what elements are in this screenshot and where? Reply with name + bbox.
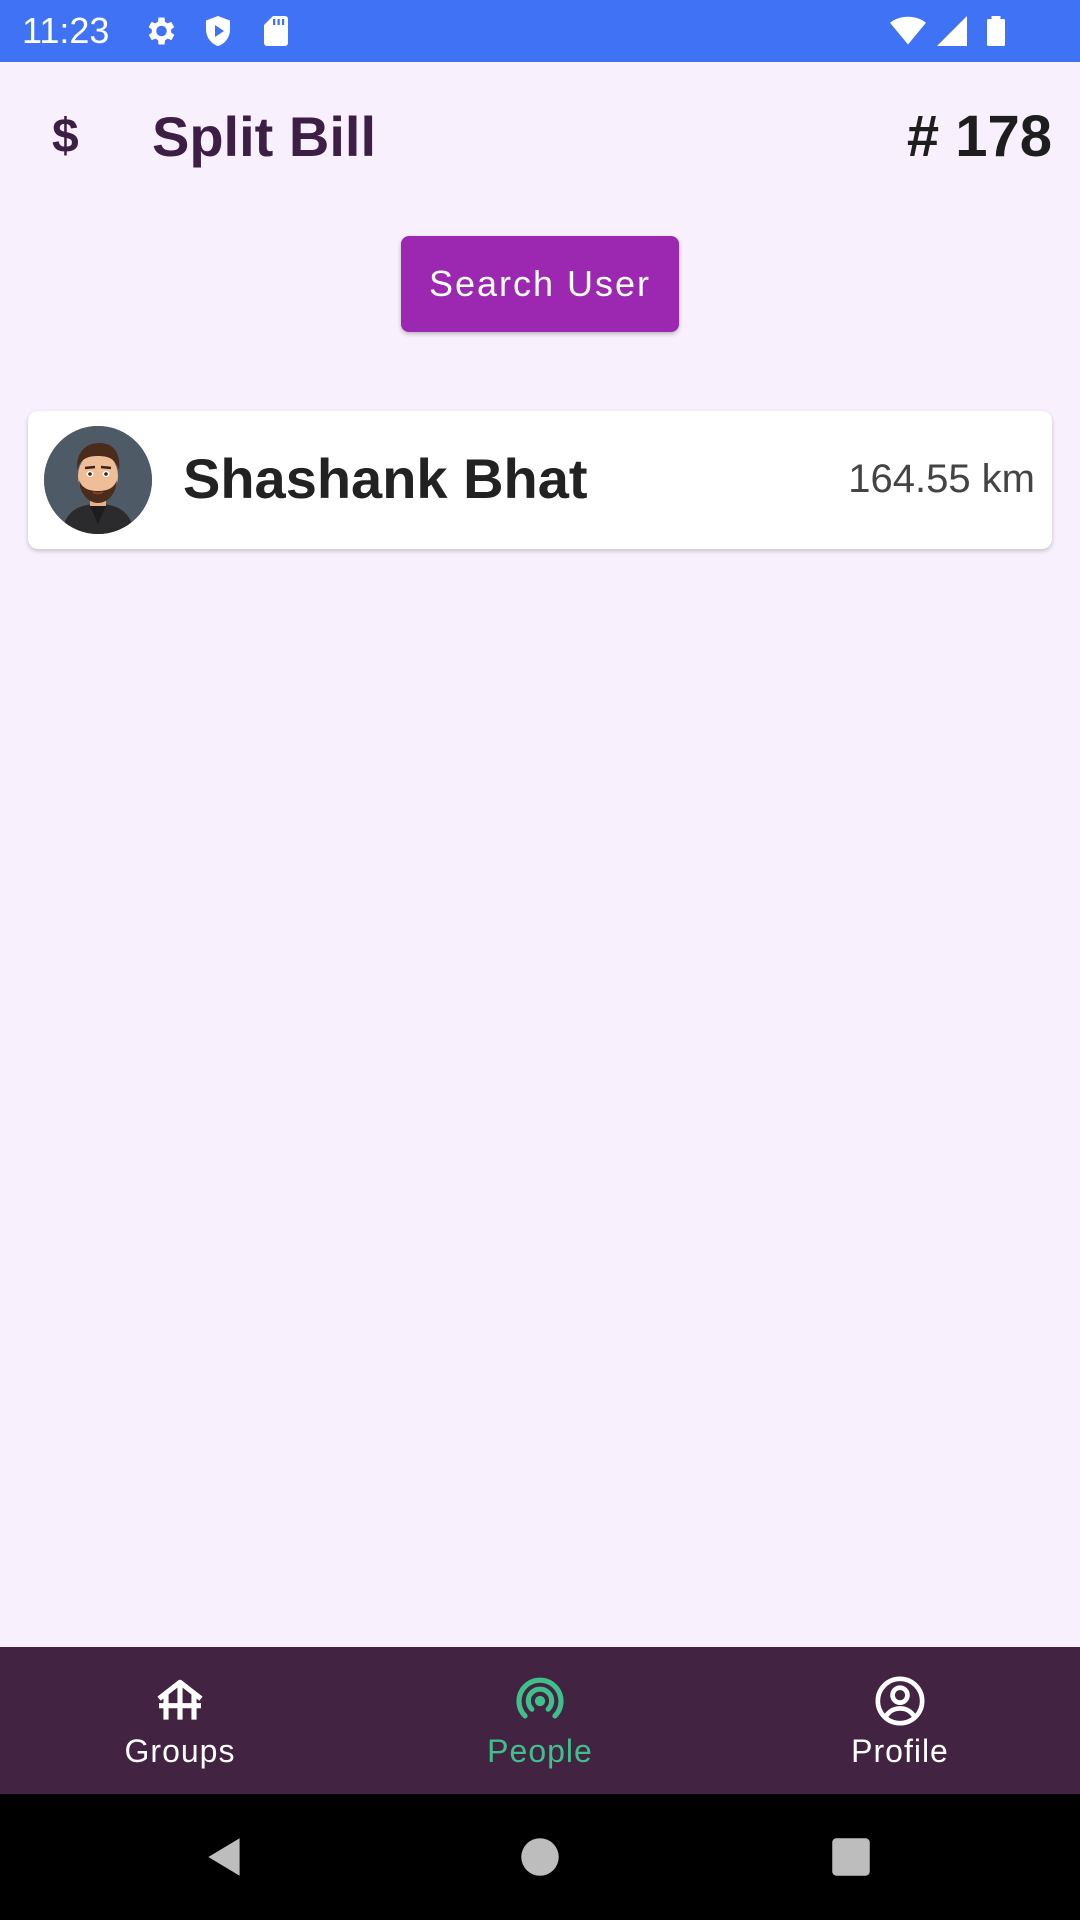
page-title: Split Bill	[152, 105, 376, 168]
nav-label-groups: Groups	[124, 1733, 236, 1769]
system-navigation-bar	[0, 1794, 1080, 1920]
nav-label-people: People	[487, 1733, 593, 1769]
battery-icon	[978, 13, 1014, 49]
status-time: 11:23	[22, 10, 110, 51]
user-list-item[interactable]: Shashank Bhat 164.55 km	[28, 411, 1052, 549]
bottom-navigation: Groups People Profile	[0, 1647, 1080, 1794]
sd-card-icon	[258, 13, 294, 49]
people-radar-icon	[512, 1673, 568, 1729]
user-name: Shashank Bhat	[183, 447, 588, 510]
nav-item-profile[interactable]: Profile	[720, 1647, 1080, 1794]
search-user-button[interactable]: Search User	[401, 236, 679, 332]
app-bar: $ Split Bill # 178	[0, 62, 1080, 212]
avatar	[44, 426, 152, 534]
status-bar: 11:23	[0, 0, 1080, 62]
nav-label-profile: Profile	[851, 1733, 949, 1769]
home-icon[interactable]	[515, 1832, 565, 1882]
shield-play-icon	[200, 13, 236, 49]
wifi-icon	[890, 13, 926, 49]
signal-icon	[934, 13, 970, 49]
user-distance: 164.55 km	[848, 457, 1035, 501]
recents-icon[interactable]	[826, 1832, 876, 1882]
profile-icon	[872, 1673, 928, 1729]
dollar-icon: $	[52, 110, 79, 163]
nav-item-people[interactable]: People	[360, 1647, 720, 1794]
nav-item-groups[interactable]: Groups	[0, 1647, 360, 1794]
gear-icon	[142, 13, 178, 49]
count-label: # 178	[906, 104, 1052, 169]
groups-icon	[152, 1673, 208, 1729]
back-icon[interactable]	[200, 1832, 250, 1882]
